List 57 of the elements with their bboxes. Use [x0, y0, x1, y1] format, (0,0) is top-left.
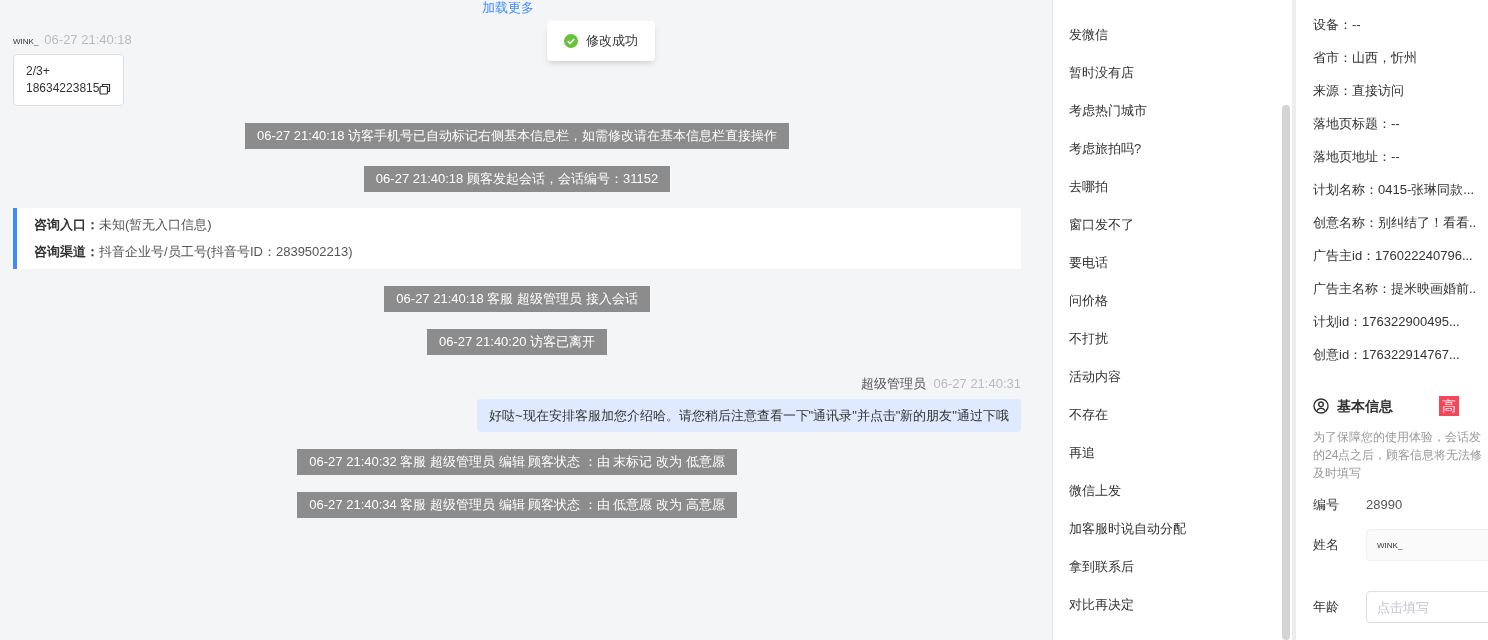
detail-text: 广告主id：176022240796...	[1313, 246, 1474, 265]
info-label: 咨询渠道：	[34, 243, 99, 261]
system-message: 06-27 21:40:32 客服 超级管理员 编辑 顾客状态 ：由 末标记 改为 低意愿	[297, 449, 737, 475]
sender-name: 超级管理员	[860, 375, 926, 393]
quick-reply-item[interactable]: 窗口发不了	[1053, 206, 1292, 244]
quick-reply-item[interactable]: 拿到联系后	[1053, 548, 1292, 586]
quick-reply-item[interactable]: 发微信	[1053, 16, 1292, 54]
user-circle-icon	[1313, 398, 1329, 414]
field-label: 年龄	[1313, 598, 1340, 617]
copy-icon[interactable]	[99, 82, 112, 95]
quick-reply-item[interactable]: 暂时没有店	[1053, 54, 1292, 92]
detail-text: 创意id：176322914767...	[1313, 345, 1461, 364]
system-message: 06-27 21:40:18 访客手机号已自动标记右侧基本信息栏，如需修改请在基本信息栏直接操作	[244, 123, 790, 149]
detail-text: 来源：直接访问	[1313, 81, 1405, 100]
detail-text: 计划id：176322900495...	[1313, 312, 1461, 331]
quick-reply-item[interactable]: 再追	[1053, 434, 1292, 472]
detail-text: 计划名称：0415-张琳同款...	[1313, 180, 1476, 199]
detail-text: 省市：山西，忻州	[1313, 48, 1418, 67]
system-message: 06-27 21:40:18 客服 超级管理员 接入会话	[384, 286, 650, 312]
quick-reply-item[interactable]: 活动内容	[1053, 358, 1292, 396]
message-bubble: 2/3+ 18634223815	[13, 54, 125, 106]
info-value: 未知(暂无入口信息)	[99, 216, 212, 234]
notice-text: 为了保障您的使用体验，会话发 的24点之后，顾客信息将无法修 及时填写	[1313, 429, 1484, 482]
quick-reply-item[interactable]: 微信上发	[1053, 472, 1292, 510]
quick-reply-item[interactable]: 去哪拍	[1053, 168, 1292, 206]
quick-reply-item[interactable]: 要电话	[1053, 244, 1292, 282]
section-title: 基本信息	[1337, 396, 1393, 416]
intent-badge: 高	[1439, 396, 1459, 416]
age-field[interactable]: 点击填写	[1366, 591, 1488, 623]
quick-reply-item[interactable]: 不存在	[1053, 396, 1292, 434]
field-label: 姓名	[1313, 536, 1340, 555]
sender-name: WINK_	[13, 36, 39, 48]
scrollbar-thumb[interactable]	[1282, 105, 1290, 640]
detail-text: 创意名称：别纠结了！看看..	[1313, 213, 1478, 232]
quick-reply-item[interactable]: 考虑旅拍吗?	[1053, 130, 1292, 168]
message-time: 06-27 21:40:31	[933, 375, 1021, 393]
system-message: 06-27 21:40:18 顾客发起会话，会话编号：31152	[363, 166, 671, 192]
system-message: 06-27 21:40:20 访客已离开	[426, 329, 608, 355]
quick-reply-item[interactable]: 加客服时说自动分配	[1053, 510, 1292, 548]
name-field[interactable]: WINK_	[1366, 529, 1488, 561]
detail-text: 设备：--	[1313, 15, 1362, 34]
message-time: 06-27 21:40:18	[44, 31, 132, 49]
info-label: 咨询入口：	[34, 216, 99, 234]
check-circle-icon	[564, 34, 578, 48]
message-bubble: 好哒~现在安排客服加您介绍哈。请您稍后注意查看一下"通讯录"并点击"新的朋友"通过下哦	[476, 399, 1021, 432]
quick-reply-item[interactable]: 对比再决定	[1053, 586, 1292, 624]
detail-text: 落地页地址：--	[1313, 147, 1401, 166]
quick-reply-item[interactable]: 考虑热门城市	[1053, 92, 1292, 130]
detail-text: 落地页标题：--	[1313, 114, 1401, 133]
field-value: 28990	[1366, 496, 1403, 515]
detail-text: 广告主名称：提米映画婚前..	[1313, 279, 1478, 298]
quick-reply-item[interactable]: 不打扰	[1053, 320, 1292, 358]
field-label: 编号	[1313, 496, 1340, 515]
info-value: 抖音企业号/员工号(抖音号ID：2839502213)	[99, 243, 353, 261]
system-message: 06-27 21:40:34 客服 超级管理员 编辑 顾客状态 ：由 低意愿 改为 高意愿	[297, 492, 737, 518]
quick-reply-item[interactable]: 问价格	[1053, 282, 1292, 320]
toast-text: 修改成功	[586, 32, 638, 51]
